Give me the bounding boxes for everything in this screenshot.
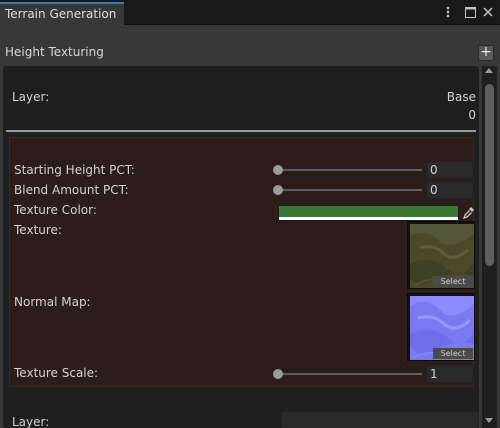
texture-color-field[interactable]	[278, 205, 459, 221]
scroll-down-icon[interactable]	[485, 418, 493, 423]
section-header: Height Texturing +	[0, 41, 500, 63]
normal-map-select-button[interactable]: Select	[433, 348, 473, 359]
tab-title: Terrain Generation	[5, 7, 117, 21]
next-layer-label: Layer:	[12, 415, 50, 428]
texture-slot[interactable]: Select	[407, 221, 475, 289]
eyedropper-icon[interactable]	[462, 206, 475, 220]
add-layer-button[interactable]: +	[478, 45, 494, 61]
separator	[6, 130, 476, 132]
kebab-menu-icon[interactable]	[441, 4, 455, 20]
scroll-thumb[interactable]	[485, 84, 494, 266]
texture-scale-label: Texture Scale:	[14, 366, 99, 380]
next-layer-field[interactable]	[281, 411, 479, 428]
section-title: Height Texturing	[5, 45, 104, 59]
layer-index: 0	[468, 108, 476, 122]
starting-height-slider[interactable]	[278, 169, 422, 171]
texture-color-label: Texture Color:	[14, 203, 97, 217]
close-icon[interactable]	[481, 4, 495, 20]
texture-scale-field[interactable]: 1	[426, 365, 474, 383]
layer-label: Layer:	[12, 90, 50, 104]
layers-panel: Layer: Base 0 Starting Height PCT: 0 Ble…	[3, 66, 479, 428]
blend-amount-field[interactable]: 0	[426, 181, 474, 199]
texture-scale-slider-handle[interactable]	[273, 369, 283, 379]
layer-properties: Starting Height PCT: 0 Blend Amount PCT:…	[9, 137, 475, 387]
maximize-icon[interactable]	[463, 4, 477, 20]
texture-select-button[interactable]: Select	[433, 276, 473, 287]
blend-amount-slider[interactable]	[278, 189, 422, 191]
normal-map-slot[interactable]: Select	[407, 293, 475, 361]
blend-amount-slider-handle[interactable]	[273, 185, 283, 195]
tab-terrain-generation[interactable]: Terrain Generation	[0, 2, 124, 25]
scroll-up-icon[interactable]	[485, 68, 493, 73]
normal-map-label: Normal Map:	[14, 295, 91, 309]
alpha-bar	[279, 217, 458, 220]
tab-bar: Terrain Generation	[0, 0, 500, 25]
starting-height-label: Starting Height PCT:	[14, 163, 135, 177]
texture-scale-slider[interactable]	[278, 373, 422, 375]
blend-amount-label: Blend Amount PCT:	[14, 183, 129, 197]
vertical-scrollbar[interactable]	[482, 66, 497, 428]
starting-height-field[interactable]: 0	[426, 161, 474, 179]
layer-name: Base	[446, 90, 476, 104]
starting-height-slider-handle[interactable]	[273, 165, 283, 175]
editor-window: Height Texturing + Layer: Base 0 Startin…	[0, 25, 500, 428]
texture-label: Texture:	[14, 223, 62, 237]
